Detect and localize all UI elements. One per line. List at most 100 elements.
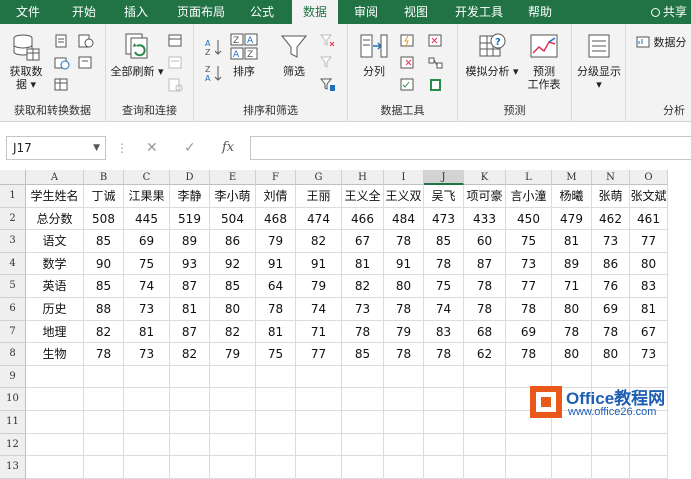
cell-i2[interactable]: 484 xyxy=(384,207,424,231)
data-validation-icon[interactable] xyxy=(400,78,416,92)
existing-connections-icon[interactable] xyxy=(78,56,94,70)
cell-l4[interactable]: 73 xyxy=(506,252,552,276)
row-header[interactable]: 11 xyxy=(0,411,26,434)
cell-c5[interactable]: 74 xyxy=(124,275,170,298)
column-header-d[interactable]: D xyxy=(170,170,210,185)
column-header-f[interactable]: F xyxy=(256,170,296,185)
cell-k8[interactable]: 62 xyxy=(464,343,506,366)
cell-c13[interactable] xyxy=(124,456,170,479)
cell-b12[interactable] xyxy=(84,433,124,457)
column-header-j[interactable]: J xyxy=(424,170,464,185)
column-header-a[interactable]: A xyxy=(26,170,84,185)
cell-b3[interactable]: 85 xyxy=(84,230,124,253)
cell-m8[interactable]: 80 xyxy=(552,343,592,366)
cell-h8[interactable]: 85 xyxy=(342,343,384,366)
row-header[interactable]: 6 xyxy=(0,298,26,321)
cell-d5[interactable]: 87 xyxy=(170,275,210,298)
column-header-m[interactable]: M xyxy=(552,170,592,185)
cell-m12[interactable] xyxy=(552,433,592,457)
cell-f4[interactable]: 91 xyxy=(256,252,296,276)
cell-e7[interactable]: 82 xyxy=(210,320,256,344)
cell-j8[interactable]: 78 xyxy=(424,343,464,366)
cell-j4[interactable]: 78 xyxy=(424,252,464,276)
column-header-o[interactable]: O xyxy=(630,170,668,185)
tab-data[interactable]: 数据 xyxy=(292,0,338,24)
cell-n5[interactable]: 76 xyxy=(592,275,630,298)
cell-k3[interactable]: 60 xyxy=(464,230,506,253)
cell-c11[interactable] xyxy=(124,411,170,434)
edit-links-icon[interactable] xyxy=(168,78,184,92)
cell-g12[interactable] xyxy=(296,433,342,457)
cell-l1[interactable]: 言小潼 xyxy=(506,185,552,208)
cell-c12[interactable] xyxy=(124,433,170,457)
cell-f3[interactable]: 79 xyxy=(256,230,296,253)
forecast-sheet-button[interactable]: 预测 工作表 xyxy=(522,32,566,91)
cancel-icon[interactable]: ✕ xyxy=(146,136,158,160)
cell-d1[interactable]: 李静 xyxy=(170,185,210,208)
cell-c6[interactable]: 73 xyxy=(124,298,170,321)
cell-e6[interactable]: 80 xyxy=(210,298,256,321)
queries-connections-icon[interactable] xyxy=(168,34,184,48)
cell-f9[interactable] xyxy=(256,365,296,389)
from-text-icon[interactable] xyxy=(54,34,70,48)
cell-i5[interactable]: 80 xyxy=(384,275,424,298)
cell-b11[interactable] xyxy=(84,411,124,434)
cell-o13[interactable] xyxy=(630,456,668,479)
cell-h1[interactable]: 王义全 xyxy=(342,185,384,208)
cell-k7[interactable]: 68 xyxy=(464,320,506,344)
reapply-icon[interactable] xyxy=(320,56,336,70)
from-table-icon[interactable] xyxy=(54,78,70,92)
chevron-down-icon[interactable]: ▼ xyxy=(93,137,100,159)
column-header-i[interactable]: I xyxy=(384,170,424,185)
cell-g8[interactable]: 77 xyxy=(296,343,342,366)
cell-b8[interactable]: 78 xyxy=(84,343,124,366)
insert-function-icon[interactable]: fx xyxy=(222,136,234,160)
cell-j5[interactable]: 75 xyxy=(424,275,464,298)
consolidate-icon[interactable] xyxy=(428,34,444,48)
cell-g11[interactable] xyxy=(296,411,342,434)
cell-n13[interactable] xyxy=(592,456,630,479)
cell-e13[interactable] xyxy=(210,456,256,479)
cell-b10[interactable] xyxy=(84,388,124,411)
formula-bar-splitter[interactable]: ⋮ xyxy=(116,140,128,156)
cell-g6[interactable]: 74 xyxy=(296,298,342,321)
cell-a6[interactable]: 历史 xyxy=(26,298,84,321)
cell-j11[interactable] xyxy=(424,411,464,434)
cell-d12[interactable] xyxy=(170,433,210,457)
cell-i9[interactable] xyxy=(384,365,424,389)
cell-f2[interactable]: 468 xyxy=(256,207,296,231)
row-header[interactable]: 13 xyxy=(0,456,26,479)
cell-f5[interactable]: 64 xyxy=(256,275,296,298)
cell-n2[interactable]: 462 xyxy=(592,207,630,231)
from-web-icon[interactable] xyxy=(54,56,70,70)
cell-d9[interactable] xyxy=(170,365,210,389)
cell-o3[interactable]: 77 xyxy=(630,230,668,253)
cell-k13[interactable] xyxy=(464,456,506,479)
cell-c10[interactable] xyxy=(124,388,170,411)
cell-a11[interactable] xyxy=(26,411,84,434)
cell-h11[interactable] xyxy=(342,411,384,434)
row-header[interactable]: 2 xyxy=(0,207,26,231)
refresh-all-button[interactable]: 全部刷新 ▾ xyxy=(110,32,164,78)
column-header-b[interactable]: B xyxy=(84,170,124,185)
cell-g1[interactable]: 王丽 xyxy=(296,185,342,208)
cell-c7[interactable]: 81 xyxy=(124,320,170,344)
cell-b1[interactable]: 丁诚 xyxy=(84,185,124,208)
cell-c4[interactable]: 75 xyxy=(124,252,170,276)
what-if-analysis-button[interactable]: ? 模拟分析 ▾ xyxy=(464,32,520,78)
filter-button[interactable]: 筛选 xyxy=(274,32,314,78)
cell-i12[interactable] xyxy=(384,433,424,457)
cell-l12[interactable] xyxy=(506,433,552,457)
cell-a4[interactable]: 数学 xyxy=(26,252,84,276)
cell-b7[interactable]: 82 xyxy=(84,320,124,344)
cell-l6[interactable]: 78 xyxy=(506,298,552,321)
cell-g7[interactable]: 71 xyxy=(296,320,342,344)
cell-i11[interactable] xyxy=(384,411,424,434)
cell-a2[interactable]: 总分数 xyxy=(26,207,84,231)
cell-e11[interactable] xyxy=(210,411,256,434)
cell-d4[interactable]: 93 xyxy=(170,252,210,276)
tab-insert[interactable]: 插入 xyxy=(114,0,158,24)
cell-f1[interactable]: 刘倩 xyxy=(256,185,296,208)
tab-home[interactable]: 开始 xyxy=(62,0,106,24)
cell-e10[interactable] xyxy=(210,388,256,411)
